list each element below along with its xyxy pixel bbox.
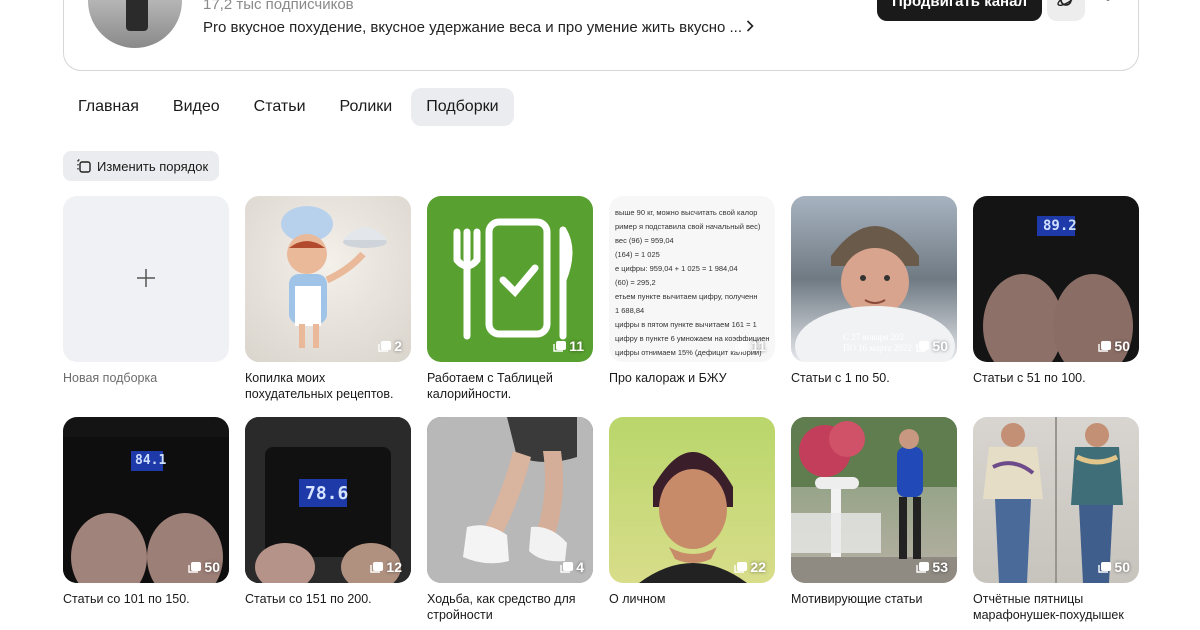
collection-title[interactable]: Копилка моих похудательных рецептов. (245, 370, 405, 402)
collection-count: 50 (1098, 559, 1130, 575)
collection-count: 22 (734, 559, 766, 575)
collection-title[interactable]: Статьи со 151 по 200. (245, 591, 405, 607)
collection-title[interactable]: Работаем с Таблицей калорийности. (427, 370, 587, 402)
calorie-calc-text: выше 90 кг, можно высчитать свой калор р… (615, 208, 770, 357)
stack-icon (370, 561, 384, 573)
tab-shorts[interactable]: Ролики (325, 88, 408, 126)
tab-video[interactable]: Видео (158, 88, 235, 126)
collection-count: 4 (560, 559, 584, 575)
collection-count: 50 (188, 559, 220, 575)
collection-card[interactable]: 89.2 50 Статьи с 51 по 100. (973, 196, 1139, 417)
collection-count-value: 53 (932, 559, 948, 575)
collection-thumb[interactable]: 22 (609, 417, 775, 583)
plus-icon (136, 262, 156, 296)
collection-title[interactable]: Статьи с 51 по 100. (973, 370, 1133, 386)
reorder-button[interactable]: Изменить порядок (63, 151, 220, 181)
collection-card[interactable]: 84.1 50 Статьи со 101 по 150. (63, 417, 229, 630)
collection-count-value: 50 (932, 338, 948, 354)
stack-icon (1098, 340, 1112, 352)
collection-card[interactable]: выше 90 кг, можно высчитать свой калор р… (609, 196, 775, 417)
subscriber-count: 17,2 тыс подписчиков (203, 0, 354, 13)
reorder-label: Изменить порядок (97, 158, 209, 174)
stack-icon (916, 561, 930, 573)
collection-card[interactable]: 22 О личном (609, 417, 775, 630)
stack-icon (188, 561, 202, 573)
stack-icon (734, 561, 748, 573)
collection-count-value: 22 (750, 559, 766, 575)
collection-thumb[interactable]: 4 (427, 417, 593, 583)
collection-count: 50 (1098, 338, 1130, 354)
collection-thumb[interactable]: 78.6 12 (245, 417, 411, 583)
collection-count-value: 11 (751, 338, 766, 354)
tab-home[interactable]: Главная (63, 88, 154, 126)
collection-count: 12 (370, 559, 402, 575)
scale-readout: 89.2 (1043, 218, 1077, 234)
collection-thumb[interactable]: 11 (427, 196, 593, 362)
collection-count-value: 12 (386, 559, 402, 575)
collection-card[interactable]: 50 Отчётные пятницы марафонушек-похудыше… (973, 417, 1139, 630)
collection-count-value: 50 (204, 559, 220, 575)
collection-thumb[interactable]: 84.1 50 (63, 417, 229, 583)
collection-count: 11 (735, 338, 766, 354)
collection-count: 2 (378, 338, 402, 354)
channel-header: 17,2 тыс подписчиков Pro вкусное похуден… (63, 0, 1139, 71)
collection-card[interactable]: 78.6 12 Статьи со 151 по 200. (245, 417, 411, 630)
collection-count-value: 11 (569, 338, 584, 354)
collection-card[interactable]: С 27 января 202 ПО 16 марта 2022 50 Стат… (791, 196, 957, 417)
stack-icon (916, 340, 930, 352)
scale-readout: 78.6 (305, 483, 349, 504)
collections-grid: Новая подборка 2 Копилка моих похудатель… (63, 196, 1143, 630)
channel-description-text: Pro вкусное похудение, вкусное удержание… (203, 19, 742, 36)
stack-icon (735, 340, 749, 352)
collection-count: 11 (553, 338, 584, 354)
new-collection-thumb[interactable] (63, 196, 229, 362)
stack-icon (378, 340, 392, 352)
new-collection-card[interactable]: Новая подборка (63, 196, 229, 417)
collections-page: 17,2 тыс подписчиков Pro вкусное похуден… (0, 0, 1200, 630)
channel-avatar[interactable] (88, 0, 182, 48)
tab-articles[interactable]: Статьи (239, 88, 321, 126)
collection-thumb[interactable]: 89.2 50 (973, 196, 1139, 362)
more-vertical-icon[interactable] (1104, 0, 1112, 13)
collection-thumb[interactable]: 50 (973, 417, 1139, 583)
collection-thumb[interactable]: выше 90 кг, можно высчитать свой калор р… (609, 196, 775, 362)
date-caption: С 27 января 202 ПО 16 марта 2022 (843, 332, 912, 353)
collection-card[interactable]: 4 Ходьба, как средство для стройности (427, 417, 593, 630)
collection-count-value: 50 (1114, 338, 1130, 354)
collection-title[interactable]: Ходьба, как средство для стройности (427, 591, 587, 623)
scale-readout: 84.1 (135, 453, 167, 468)
collection-title[interactable]: Отчётные пятницы марафонушек-похудышек (973, 591, 1133, 623)
reorder-icon (77, 159, 91, 173)
stack-icon (553, 340, 567, 352)
chevron-right-icon[interactable] (746, 19, 754, 36)
collection-title[interactable]: Статьи с 1 по 50. (791, 370, 951, 386)
collection-thumb[interactable]: 2 (245, 196, 411, 362)
stack-icon (1098, 561, 1112, 573)
collection-thumb[interactable]: 53 (791, 417, 957, 583)
promote-channel-button[interactable]: Продвигать канал (877, 0, 1042, 21)
collection-count-value: 4 (576, 559, 584, 575)
channel-description[interactable]: Pro вкусное похудение, вкусное удержание… (203, 19, 754, 36)
collection-card[interactable]: 11 Работаем с Таблицей калорийности. (427, 196, 593, 417)
collection-count-value: 50 (1114, 559, 1130, 575)
stack-icon (560, 561, 574, 573)
channel-tabs: Главная Видео Статьи Ролики Подборки (63, 88, 514, 126)
collection-count: 53 (916, 559, 948, 575)
new-collection-label: Новая подборка (63, 371, 158, 385)
collection-thumb[interactable]: С 27 января 202 ПО 16 марта 2022 50 (791, 196, 957, 362)
collection-title[interactable]: Про калораж и БЖУ (609, 370, 769, 386)
collection-count: 50 (916, 338, 948, 354)
planet-button[interactable] (1047, 0, 1085, 21)
collection-title[interactable]: Статьи со 101 по 150. (63, 591, 223, 607)
collection-title[interactable]: Мотивирующие статьи (791, 591, 951, 607)
collection-card[interactable]: 53 Мотивирующие статьи (791, 417, 957, 630)
planet-icon (1056, 0, 1076, 15)
collection-count-value: 2 (394, 338, 402, 354)
collection-title[interactable]: О личном (609, 591, 769, 607)
tab-collections[interactable]: Подборки (411, 88, 514, 126)
collection-card[interactable]: 2 Копилка моих похудательных рецептов. (245, 196, 411, 417)
